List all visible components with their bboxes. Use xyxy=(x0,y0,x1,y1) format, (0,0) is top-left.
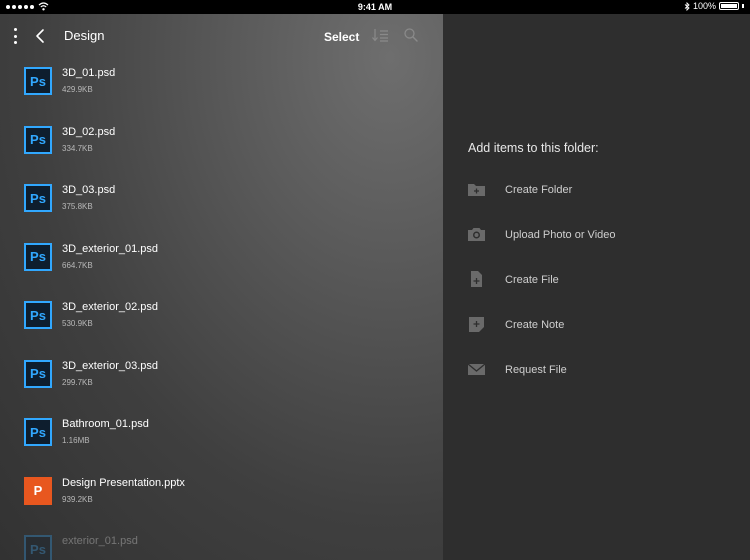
file-name: 3D_exterior_03.psd xyxy=(62,359,159,372)
file-name: 3D_exterior_01.psd xyxy=(62,242,159,255)
file-size: 939.2KB xyxy=(62,494,93,504)
battery-indicator: 100% xyxy=(684,1,744,11)
file-row[interactable]: Ps 3D_exterior_01.psd 664.7KB xyxy=(0,234,443,293)
envelope-icon xyxy=(467,363,486,375)
create-note-button[interactable]: Create Note xyxy=(467,315,737,337)
photoshop-file-icon: Ps xyxy=(24,184,52,212)
photoshop-file-icon: Ps xyxy=(24,418,52,446)
photoshop-file-icon: Ps xyxy=(24,67,52,95)
sort-icon[interactable] xyxy=(371,27,389,43)
photoshop-file-icon: Ps xyxy=(24,125,52,154)
file-row[interactable]: Ps 3D_02.psd 334.7KB xyxy=(0,117,443,176)
bluetooth-icon xyxy=(684,1,690,11)
search-icon[interactable] xyxy=(403,27,419,43)
file-name: 3D_exterior_02.psd xyxy=(62,301,159,313)
file-size: 299.7KB xyxy=(62,377,93,387)
action-label: Upload Photo or Video xyxy=(505,229,616,241)
action-label: Create Folder xyxy=(505,184,573,196)
file-name: exterior_01.psd xyxy=(62,535,138,547)
camera-icon xyxy=(468,228,485,241)
action-label: Create File xyxy=(505,274,559,286)
photoshop-file-icon: Ps xyxy=(24,359,52,388)
file-browser-pane: Design Select Ps 3D_01.psd 429.9KB Ps 3D… xyxy=(0,14,443,560)
powerpoint-file-icon: P xyxy=(24,476,52,505)
back-chevron-icon[interactable] xyxy=(33,28,47,44)
file-row[interactable]: Ps 3D_03.psd 375.8KB xyxy=(0,175,443,234)
add-items-panel: Add items to this folder: Create Folder … xyxy=(443,14,750,560)
file-name: Design Presentation.pptx xyxy=(62,476,185,489)
toolbar: Design Select xyxy=(0,14,443,58)
photoshop-file-icon: Ps xyxy=(24,535,52,560)
note-add-icon xyxy=(469,317,484,332)
file-name: 3D_02.psd xyxy=(62,125,116,138)
file-add-icon xyxy=(471,271,482,287)
file-row[interactable]: Ps exterior_01.psd xyxy=(0,526,443,560)
file-name: Bathroom_01.psd xyxy=(62,418,149,430)
folder-title: Design xyxy=(64,28,105,43)
select-button[interactable]: Select xyxy=(324,30,359,44)
battery-tip xyxy=(742,4,744,8)
file-size: 375.8KB xyxy=(62,202,93,211)
request-file-button[interactable]: Request File xyxy=(467,360,737,382)
file-size: 1.16MB xyxy=(62,436,90,445)
action-label: Request File xyxy=(505,364,567,376)
photoshop-file-icon: Ps xyxy=(24,242,52,271)
action-label: Create Note xyxy=(505,319,565,331)
file-name: 3D_01.psd xyxy=(62,67,116,79)
file-size: 664.7KB xyxy=(62,260,93,270)
file-row[interactable]: Ps 3D_exterior_02.psd 530.9KB xyxy=(0,292,443,351)
file-row[interactable]: Ps 3D_01.psd 429.9KB xyxy=(0,58,443,117)
create-folder-button[interactable]: Create Folder xyxy=(467,180,737,202)
file-row[interactable]: Ps 3D_exterior_03.psd 299.7KB xyxy=(0,351,443,410)
upload-photo-video-button[interactable]: Upload Photo or Video xyxy=(467,225,737,247)
add-items-heading: Add items to this folder: xyxy=(468,141,599,155)
more-options-icon[interactable] xyxy=(11,28,19,44)
create-file-button[interactable]: Create File xyxy=(467,270,737,292)
status-bar: 9:41 AM 100% xyxy=(0,0,750,14)
battery-percent: 100% xyxy=(692,1,716,11)
file-name: 3D_03.psd xyxy=(62,184,116,196)
file-row[interactable]: Ps Bathroom_01.psd 1.16MB xyxy=(0,409,443,468)
file-size: 429.9KB xyxy=(62,85,93,94)
status-time: 9:41 AM xyxy=(357,2,393,12)
photoshop-file-icon: Ps xyxy=(24,301,52,329)
file-row[interactable]: P Design Presentation.pptx 939.2KB xyxy=(0,468,443,527)
battery-icon xyxy=(719,2,739,10)
folder-add-icon xyxy=(468,184,485,196)
file-list: Ps 3D_01.psd 429.9KB Ps 3D_02.psd 334.7K… xyxy=(0,58,443,560)
file-size: 334.7KB xyxy=(62,143,93,153)
file-size: 530.9KB xyxy=(62,319,93,328)
